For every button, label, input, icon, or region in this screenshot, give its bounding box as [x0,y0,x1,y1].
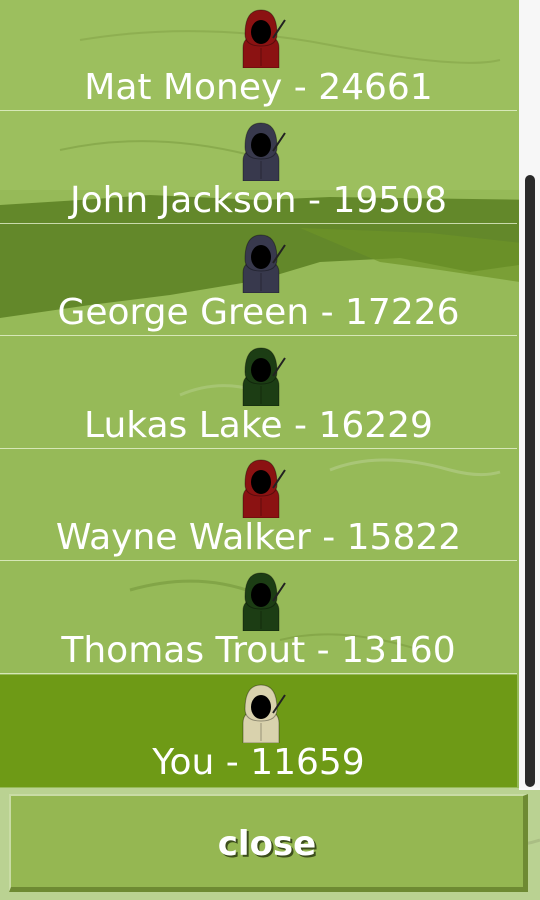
hooded-fisher-icon [235,121,287,182]
player-name-score: You - 11659 [152,742,365,783]
player-name-score: George Green - 17226 [57,292,460,333]
leaderboard-row: John Jackson - 19508 [0,113,517,224]
leaderboard-list[interactable]: Mat Money - 24661 John Jackson - 19508 Geo… [0,0,517,788]
player-name-score: Thomas Trout - 13160 [61,630,456,671]
close-button-area: close [0,788,540,900]
hooded-fisher-icon [235,346,287,407]
scrollbar[interactable] [519,0,540,790]
leaderboard-row: George Green - 17226 [0,225,517,336]
leaderboard-row-you: You - 11659 [0,675,517,787]
player-name-score: Wayne Walker - 15822 [55,517,462,558]
hooded-fisher-icon [235,233,287,294]
hooded-fisher-icon [235,458,287,519]
close-button-label: close [217,824,317,864]
leaderboard-row: Wayne Walker - 15822 [0,450,517,561]
player-name-score: John Jackson - 19508 [69,180,448,221]
hooded-fisher-icon [235,683,287,744]
hooded-fisher-icon [235,8,287,69]
leaderboard-row: Thomas Trout - 13160 [0,563,517,674]
close-button[interactable]: close [9,794,528,892]
scrollbar-thumb[interactable] [525,175,535,787]
leaderboard-row: Lukas Lake - 16229 [0,338,517,449]
player-name-score: Lukas Lake - 16229 [84,405,433,446]
player-name-score: Mat Money - 24661 [84,67,433,108]
hooded-fisher-icon [235,571,287,632]
leaderboard-row: Mat Money - 24661 [0,0,517,111]
